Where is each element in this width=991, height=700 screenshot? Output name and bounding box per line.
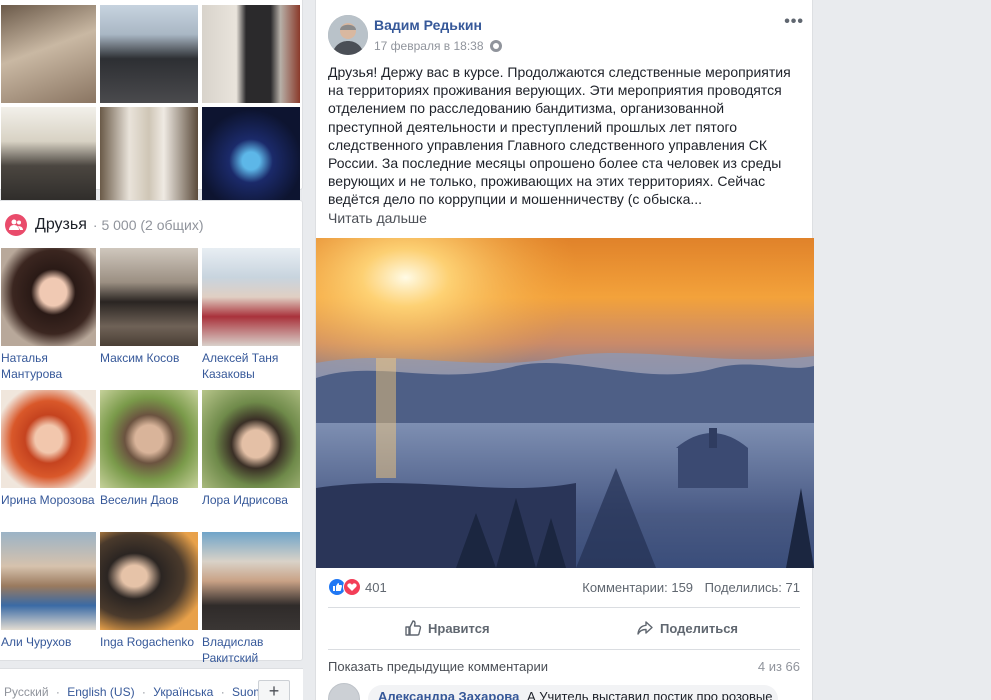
post-card: Вадим Редькин 17 февраля в 18:38 ••• Дру… [315, 0, 814, 700]
friend-tile[interactable]: Владислав Ракитский [202, 532, 300, 674]
thumbs-up-icon [405, 620, 422, 636]
read-more-link[interactable]: Читать дальше [328, 210, 427, 226]
friend-tile[interactable]: Веселин Даов [100, 390, 198, 532]
friend-name[interactable]: Владислав Ракитский [202, 634, 300, 666]
friend-tile[interactable]: Алексей Таня Казаковы [202, 248, 300, 390]
language-ukrainian[interactable]: Українська [153, 685, 213, 699]
comments-page-indicator: 4 из 66 [757, 659, 800, 674]
friend-tile[interactable]: Максим Косов [100, 248, 198, 390]
author-avatar[interactable] [328, 15, 368, 55]
friends-card: Друзья · 5 000 (2 общих) Наталья Мантуров… [0, 200, 303, 665]
comment-bubble: Александра Захарова А Учитель выставил п… [368, 685, 778, 700]
friend-name[interactable]: Ирина Морозова [1, 492, 96, 508]
photo-tile[interactable] [1, 107, 96, 205]
share-button[interactable]: Поделиться [636, 614, 738, 642]
separator: · [220, 685, 225, 699]
friend-name[interactable]: Алексей Таня Казаковы [202, 350, 300, 382]
language-bar: Русский · English (US) · Українська · Su… [0, 668, 303, 700]
post-stats: Комментарии: 159 Поделились: 71 [582, 580, 800, 595]
friends-count: · 5 000 (2 общих) [92, 217, 204, 233]
friends-header: Друзья · 5 000 (2 общих) [5, 213, 204, 237]
friend-tile[interactable]: Inga Rogachenko [100, 532, 198, 674]
separator: · [55, 685, 60, 699]
add-language-button[interactable]: + [258, 680, 290, 700]
comments-count-link[interactable]: Комментарии: 159 [582, 580, 693, 595]
divider [328, 649, 800, 650]
friends-title[interactable]: Друзья [35, 216, 87, 234]
post-image[interactable] [316, 238, 814, 568]
photo-tile[interactable] [100, 107, 198, 205]
friend-photo[interactable] [1, 248, 96, 346]
friend-tile[interactable]: Ирина Морозова [1, 390, 96, 532]
language-russian[interactable]: Русский [4, 685, 49, 699]
friend-photo[interactable] [202, 390, 300, 488]
friend-photo[interactable] [1, 390, 96, 488]
like-button[interactable]: Нравится [404, 614, 490, 642]
friend-photo[interactable] [1, 532, 96, 630]
friend-photo[interactable] [202, 532, 300, 630]
friend-name[interactable]: Веселин Даов [100, 492, 198, 508]
reactions-count: 401 [365, 579, 387, 595]
friend-tile[interactable]: Лора Идрисова [202, 390, 300, 532]
post-text: Друзья! Держу вас в курсе. Продолжаются … [328, 64, 791, 208]
show-previous-comments-link[interactable]: Показать предыдущие комментарии [328, 659, 548, 674]
friend-photo[interactable] [100, 390, 198, 488]
shares-count-link[interactable]: Поделились: 71 [705, 580, 800, 595]
separator: · [141, 685, 146, 699]
photo-tile[interactable] [100, 5, 198, 103]
globe-icon [489, 40, 502, 52]
photo-grid [1, 5, 300, 205]
friend-photo[interactable] [100, 248, 198, 346]
more-options-icon[interactable]: ••• [784, 13, 804, 31]
right-margin [818, 0, 991, 700]
language-english[interactable]: English (US) [67, 685, 134, 699]
friend-name[interactable]: Али Чурухов [1, 634, 96, 650]
friend-name[interactable]: Максим Косов [100, 350, 198, 366]
comment-text: А Учитель выставил постик про розовые [526, 689, 773, 700]
like-label: Нравится [428, 620, 490, 636]
share-icon [637, 621, 653, 635]
friends-grid: Наталья Мантурова Максим Косов Алексей Та… [1, 248, 300, 674]
love-reaction-icon [343, 578, 361, 596]
post-meta: 17 февраля в 18:38 [374, 39, 502, 53]
share-label: Поделиться [660, 620, 739, 636]
photo-tile[interactable] [1, 5, 96, 103]
commenter-avatar[interactable] [328, 683, 360, 700]
photo-tile[interactable] [202, 107, 300, 205]
friend-name[interactable]: Inga Rogachenko [100, 634, 198, 650]
friends-icon [5, 214, 27, 236]
post-date[interactable]: 17 февраля в 18:38 [374, 39, 484, 53]
friend-name[interactable]: Наталья Мантурова [1, 350, 96, 382]
friend-tile[interactable]: Али Чурухов [1, 532, 96, 674]
comment-author[interactable]: Александра Захарова [378, 689, 519, 700]
friend-photo[interactable] [202, 248, 300, 346]
friend-photo[interactable] [100, 532, 198, 630]
divider [328, 607, 800, 608]
friend-tile[interactable]: Наталья Мантурова [1, 248, 96, 390]
photos-card [0, 0, 303, 205]
friend-name[interactable]: Лора Идрисова [202, 492, 300, 508]
photo-tile[interactable] [202, 5, 300, 103]
reactions-summary[interactable]: 401 [328, 577, 387, 597]
language-list: Русский · English (US) · Українська · Su… [4, 685, 270, 699]
post-author[interactable]: Вадим Редькин [374, 17, 482, 33]
